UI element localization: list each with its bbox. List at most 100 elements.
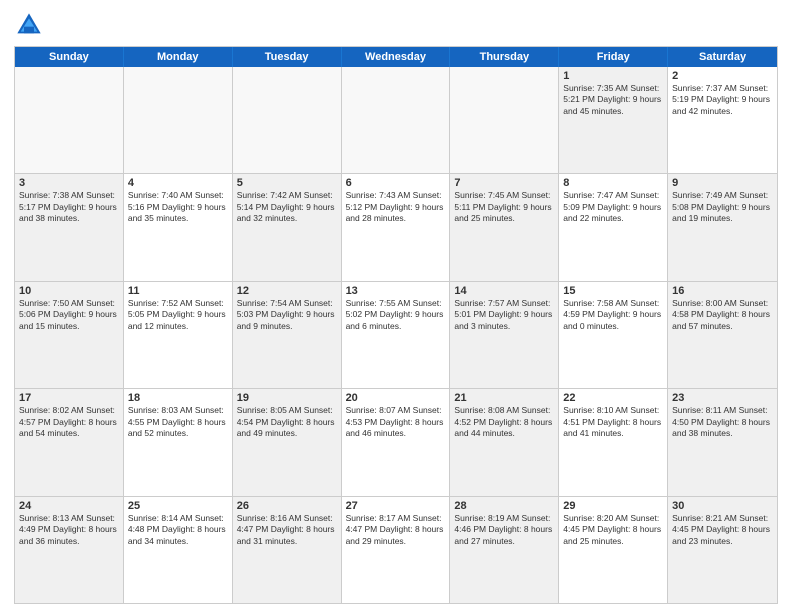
day-number: 11	[128, 285, 228, 297]
day-number: 15	[563, 285, 663, 297]
day-number: 16	[672, 285, 773, 297]
day-number: 28	[454, 500, 554, 512]
day-info: Sunrise: 7:37 AM Sunset: 5:19 PM Dayligh…	[672, 83, 773, 117]
day-info: Sunrise: 7:58 AM Sunset: 4:59 PM Dayligh…	[563, 298, 663, 332]
day-info: Sunrise: 8:21 AM Sunset: 4:45 PM Dayligh…	[672, 513, 773, 547]
day-number: 10	[19, 285, 119, 297]
day-info: Sunrise: 7:45 AM Sunset: 5:11 PM Dayligh…	[454, 190, 554, 224]
day-number: 6	[346, 177, 446, 189]
header-day-tuesday: Tuesday	[233, 47, 342, 67]
logo-icon	[14, 10, 44, 40]
empty-cell-0-0	[15, 67, 124, 173]
day-number: 20	[346, 392, 446, 404]
calendar-body: 1Sunrise: 7:35 AM Sunset: 5:21 PM Daylig…	[15, 67, 777, 603]
day-info: Sunrise: 7:57 AM Sunset: 5:01 PM Dayligh…	[454, 298, 554, 332]
empty-cell-0-2	[233, 67, 342, 173]
header-day-monday: Monday	[124, 47, 233, 67]
day-cell-4: 4Sunrise: 7:40 AM Sunset: 5:16 PM Daylig…	[124, 174, 233, 280]
day-number: 12	[237, 285, 337, 297]
day-cell-22: 22Sunrise: 8:10 AM Sunset: 4:51 PM Dayli…	[559, 389, 668, 495]
day-info: Sunrise: 8:14 AM Sunset: 4:48 PM Dayligh…	[128, 513, 228, 547]
day-info: Sunrise: 8:20 AM Sunset: 4:45 PM Dayligh…	[563, 513, 663, 547]
day-cell-26: 26Sunrise: 8:16 AM Sunset: 4:47 PM Dayli…	[233, 497, 342, 603]
day-info: Sunrise: 7:42 AM Sunset: 5:14 PM Dayligh…	[237, 190, 337, 224]
day-cell-11: 11Sunrise: 7:52 AM Sunset: 5:05 PM Dayli…	[124, 282, 233, 388]
day-number: 5	[237, 177, 337, 189]
day-number: 7	[454, 177, 554, 189]
calendar-row-2: 10Sunrise: 7:50 AM Sunset: 5:06 PM Dayli…	[15, 281, 777, 388]
day-cell-1: 1Sunrise: 7:35 AM Sunset: 5:21 PM Daylig…	[559, 67, 668, 173]
day-number: 24	[19, 500, 119, 512]
day-info: Sunrise: 8:00 AM Sunset: 4:58 PM Dayligh…	[672, 298, 773, 332]
day-cell-21: 21Sunrise: 8:08 AM Sunset: 4:52 PM Dayli…	[450, 389, 559, 495]
header-day-sunday: Sunday	[15, 47, 124, 67]
day-number: 19	[237, 392, 337, 404]
page: SundayMondayTuesdayWednesdayThursdayFrid…	[0, 0, 792, 612]
day-info: Sunrise: 8:05 AM Sunset: 4:54 PM Dayligh…	[237, 405, 337, 439]
day-info: Sunrise: 8:16 AM Sunset: 4:47 PM Dayligh…	[237, 513, 337, 547]
empty-cell-0-4	[450, 67, 559, 173]
day-info: Sunrise: 8:10 AM Sunset: 4:51 PM Dayligh…	[563, 405, 663, 439]
logo	[14, 10, 48, 40]
day-cell-18: 18Sunrise: 8:03 AM Sunset: 4:55 PM Dayli…	[124, 389, 233, 495]
day-cell-30: 30Sunrise: 8:21 AM Sunset: 4:45 PM Dayli…	[668, 497, 777, 603]
day-info: Sunrise: 7:50 AM Sunset: 5:06 PM Dayligh…	[19, 298, 119, 332]
header-day-saturday: Saturday	[668, 47, 777, 67]
day-number: 21	[454, 392, 554, 404]
day-cell-29: 29Sunrise: 8:20 AM Sunset: 4:45 PM Dayli…	[559, 497, 668, 603]
day-cell-16: 16Sunrise: 8:00 AM Sunset: 4:58 PM Dayli…	[668, 282, 777, 388]
day-info: Sunrise: 8:03 AM Sunset: 4:55 PM Dayligh…	[128, 405, 228, 439]
day-cell-17: 17Sunrise: 8:02 AM Sunset: 4:57 PM Dayli…	[15, 389, 124, 495]
day-cell-27: 27Sunrise: 8:17 AM Sunset: 4:47 PM Dayli…	[342, 497, 451, 603]
day-info: Sunrise: 7:49 AM Sunset: 5:08 PM Dayligh…	[672, 190, 773, 224]
day-cell-25: 25Sunrise: 8:14 AM Sunset: 4:48 PM Dayli…	[124, 497, 233, 603]
day-cell-9: 9Sunrise: 7:49 AM Sunset: 5:08 PM Daylig…	[668, 174, 777, 280]
header-day-friday: Friday	[559, 47, 668, 67]
day-cell-20: 20Sunrise: 8:07 AM Sunset: 4:53 PM Dayli…	[342, 389, 451, 495]
calendar-header: SundayMondayTuesdayWednesdayThursdayFrid…	[15, 47, 777, 67]
day-info: Sunrise: 7:55 AM Sunset: 5:02 PM Dayligh…	[346, 298, 446, 332]
day-number: 22	[563, 392, 663, 404]
day-number: 1	[563, 70, 663, 82]
day-number: 9	[672, 177, 773, 189]
day-number: 17	[19, 392, 119, 404]
day-info: Sunrise: 7:35 AM Sunset: 5:21 PM Dayligh…	[563, 83, 663, 117]
day-number: 8	[563, 177, 663, 189]
day-cell-10: 10Sunrise: 7:50 AM Sunset: 5:06 PM Dayli…	[15, 282, 124, 388]
day-cell-8: 8Sunrise: 7:47 AM Sunset: 5:09 PM Daylig…	[559, 174, 668, 280]
calendar-row-4: 24Sunrise: 8:13 AM Sunset: 4:49 PM Dayli…	[15, 496, 777, 603]
day-number: 26	[237, 500, 337, 512]
day-cell-2: 2Sunrise: 7:37 AM Sunset: 5:19 PM Daylig…	[668, 67, 777, 173]
day-info: Sunrise: 7:54 AM Sunset: 5:03 PM Dayligh…	[237, 298, 337, 332]
header-day-wednesday: Wednesday	[342, 47, 451, 67]
day-cell-24: 24Sunrise: 8:13 AM Sunset: 4:49 PM Dayli…	[15, 497, 124, 603]
day-number: 25	[128, 500, 228, 512]
day-info: Sunrise: 8:11 AM Sunset: 4:50 PM Dayligh…	[672, 405, 773, 439]
day-number: 27	[346, 500, 446, 512]
day-info: Sunrise: 8:08 AM Sunset: 4:52 PM Dayligh…	[454, 405, 554, 439]
calendar-row-0: 1Sunrise: 7:35 AM Sunset: 5:21 PM Daylig…	[15, 67, 777, 173]
day-cell-5: 5Sunrise: 7:42 AM Sunset: 5:14 PM Daylig…	[233, 174, 342, 280]
day-number: 4	[128, 177, 228, 189]
empty-cell-0-3	[342, 67, 451, 173]
day-cell-15: 15Sunrise: 7:58 AM Sunset: 4:59 PM Dayli…	[559, 282, 668, 388]
calendar-row-3: 17Sunrise: 8:02 AM Sunset: 4:57 PM Dayli…	[15, 388, 777, 495]
day-cell-12: 12Sunrise: 7:54 AM Sunset: 5:03 PM Dayli…	[233, 282, 342, 388]
day-cell-23: 23Sunrise: 8:11 AM Sunset: 4:50 PM Dayli…	[668, 389, 777, 495]
day-info: Sunrise: 8:17 AM Sunset: 4:47 PM Dayligh…	[346, 513, 446, 547]
day-number: 23	[672, 392, 773, 404]
calendar-row-1: 3Sunrise: 7:38 AM Sunset: 5:17 PM Daylig…	[15, 173, 777, 280]
day-number: 13	[346, 285, 446, 297]
day-number: 2	[672, 70, 773, 82]
day-info: Sunrise: 7:52 AM Sunset: 5:05 PM Dayligh…	[128, 298, 228, 332]
day-cell-3: 3Sunrise: 7:38 AM Sunset: 5:17 PM Daylig…	[15, 174, 124, 280]
day-info: Sunrise: 8:19 AM Sunset: 4:46 PM Dayligh…	[454, 513, 554, 547]
day-number: 18	[128, 392, 228, 404]
header-day-thursday: Thursday	[450, 47, 559, 67]
day-info: Sunrise: 8:13 AM Sunset: 4:49 PM Dayligh…	[19, 513, 119, 547]
day-info: Sunrise: 7:43 AM Sunset: 5:12 PM Dayligh…	[346, 190, 446, 224]
day-cell-7: 7Sunrise: 7:45 AM Sunset: 5:11 PM Daylig…	[450, 174, 559, 280]
calendar: SundayMondayTuesdayWednesdayThursdayFrid…	[14, 46, 778, 604]
day-info: Sunrise: 8:07 AM Sunset: 4:53 PM Dayligh…	[346, 405, 446, 439]
empty-cell-0-1	[124, 67, 233, 173]
